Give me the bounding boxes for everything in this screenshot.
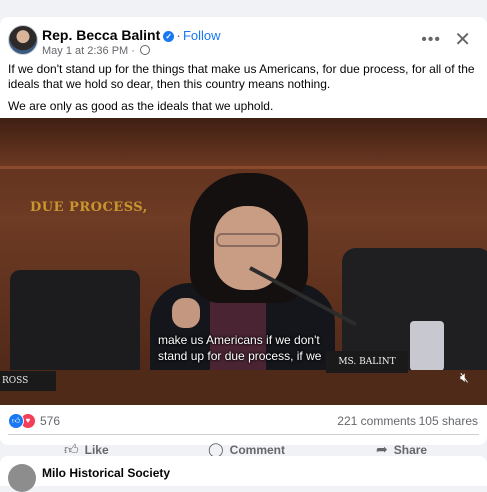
comment-label: Comment bbox=[229, 443, 286, 457]
post-text: If we don't stand up for the things that… bbox=[8, 62, 478, 121]
globe-icon bbox=[140, 45, 150, 55]
caption-line: stand up for due process, if we bbox=[158, 349, 322, 363]
speaker-hand bbox=[172, 298, 200, 328]
share-arrow-icon: ➦ bbox=[376, 441, 388, 457]
post-header: Rep. Becca Balint ✓ · Follow May 1 at 2:36 … bbox=[8, 25, 479, 59]
thumbs-up-icon: 👍︎ bbox=[64, 441, 79, 457]
like-reaction-icon[interactable]: 👍︎ bbox=[8, 413, 24, 429]
wall-inscription: DUE PROCESS, bbox=[30, 200, 148, 215]
divider bbox=[8, 434, 479, 435]
follow-button[interactable]: Follow bbox=[183, 28, 221, 43]
post-card: Rep. Becca Balint ✓ · Follow May 1 at 2:36 … bbox=[0, 17, 487, 457]
nameplate-right: MS. BALINT bbox=[326, 351, 408, 373]
nameplate-left: ROSS bbox=[0, 371, 56, 391]
next-post-card: Milo Historical Society bbox=[0, 456, 487, 492]
shares-count[interactable]: 105 shares bbox=[419, 414, 478, 428]
close-icon[interactable]: ✕ bbox=[454, 27, 471, 52]
author-name[interactable]: Rep. Becca Balint bbox=[42, 27, 160, 43]
sanitizer-bottle bbox=[410, 321, 444, 371]
comments-count[interactable]: 221 comments bbox=[337, 414, 416, 428]
author-line: Rep. Becca Balint ✓ · Follow bbox=[42, 27, 221, 43]
more-options-icon[interactable]: ••• bbox=[421, 31, 441, 49]
hearing-desk bbox=[0, 370, 487, 405]
next-post-author[interactable]: Milo Historical Society bbox=[42, 466, 170, 480]
engagement-bar: 👍︎ ♥ 576 221 comments 105 shares bbox=[8, 413, 478, 431]
comment-bubble-icon: ◯ bbox=[208, 441, 224, 457]
video-player[interactable]: DUE PROCESS, ROSS MS. BALINT make us Ame… bbox=[0, 118, 487, 405]
wall-panel bbox=[0, 118, 487, 166]
volume-muted-icon[interactable]: 🔇︎ bbox=[460, 369, 469, 386]
next-post-avatar[interactable] bbox=[8, 464, 36, 492]
video-caption: make us Americans if we don't stand up f… bbox=[158, 332, 321, 364]
caption-line: make us Americans if we don't bbox=[158, 333, 320, 347]
author-avatar[interactable] bbox=[8, 25, 38, 55]
post-paragraph: If we don't stand up for the things that… bbox=[8, 62, 475, 91]
post-paragraph: We are only as good as the ideals that w… bbox=[8, 99, 274, 113]
speaker-glasses bbox=[216, 233, 280, 247]
like-label: Like bbox=[84, 443, 109, 457]
reaction-count[interactable]: 576 bbox=[40, 414, 60, 428]
wall-trim bbox=[0, 166, 487, 169]
share-label: Share bbox=[393, 443, 428, 457]
verified-badge-icon: ✓ bbox=[163, 31, 175, 42]
post-meta: May 1 at 2:36 PM · bbox=[42, 45, 150, 57]
chair-left bbox=[10, 270, 140, 380]
post-timestamp[interactable]: May 1 at 2:36 PM bbox=[42, 45, 128, 57]
